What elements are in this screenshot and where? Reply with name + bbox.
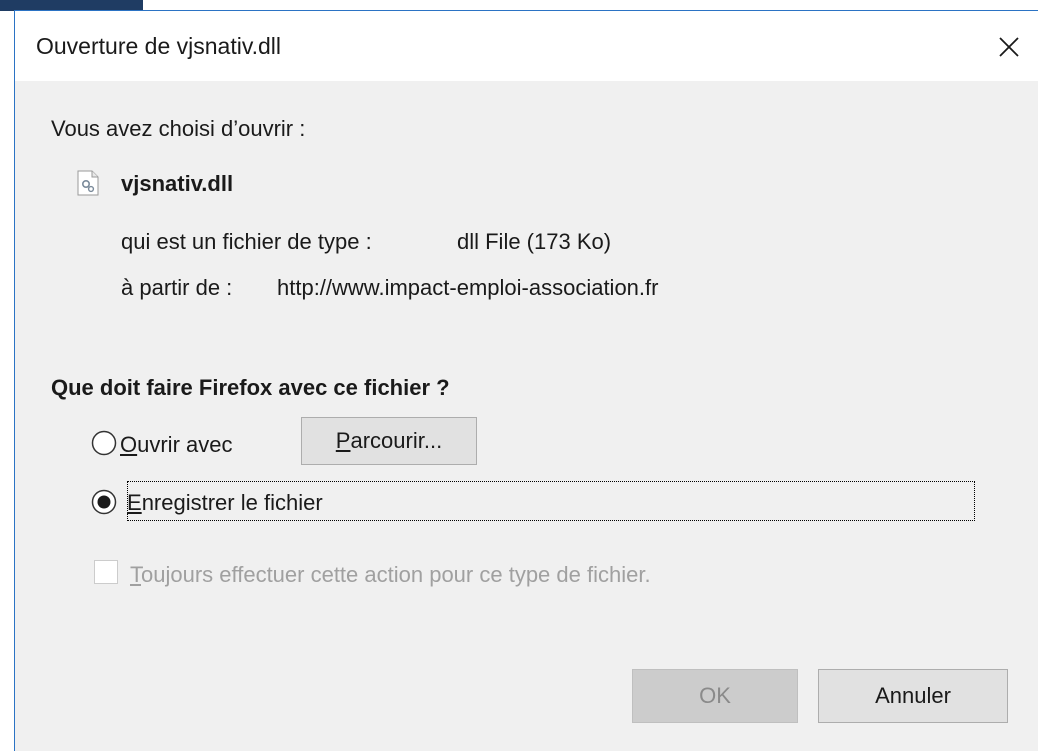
cancel-button[interactable]: Annuler	[818, 669, 1008, 723]
question-heading: Que doit faire Firefox avec ce fichier ?	[51, 375, 450, 400]
always-do-checkbox[interactable]	[94, 560, 118, 584]
always-do-label[interactable]: Toujours effectuer cette action pour ce …	[130, 562, 651, 588]
dll-file-icon	[77, 170, 99, 196]
close-button[interactable]	[991, 29, 1027, 65]
screen: Ouverture de vjsnativ.dll Vous avez choi…	[0, 0, 1038, 751]
browse-button[interactable]: Parcourir...	[301, 417, 477, 465]
browse-mnemonic: P	[335, 428, 351, 453]
file-source-label: à partir de :	[121, 275, 233, 300]
dialog-title: Ouverture de vjsnativ.dll	[36, 33, 282, 59]
save-file-radio[interactable]	[91, 489, 117, 515]
file-type-value: dll File (173 Ko)	[457, 229, 612, 254]
open-with-radio[interactable]	[91, 430, 117, 456]
dialog-titlebar: Ouverture de vjsnativ.dll	[15, 11, 1038, 81]
close-icon	[999, 37, 1019, 57]
file-source-value: http://www.impact-emploi-association.fr	[277, 275, 659, 300]
file-name: vjsnativ.dll	[121, 171, 234, 196]
file-type-label: qui est un fichier de type :	[121, 229, 372, 254]
save-file-label-rest: nregistrer le fichier	[141, 490, 323, 515]
open-with-label[interactable]: Ouvrir avec	[120, 432, 232, 458]
intro-text: Vous avez choisi d’ouvrir :	[51, 116, 306, 141]
open-file-dialog: Ouverture de vjsnativ.dll Vous avez choi…	[14, 10, 1038, 751]
save-file-label[interactable]: Enregistrer le fichier	[127, 490, 323, 516]
ok-button[interactable]: OK	[632, 669, 798, 723]
always-do-mnemonic: T	[130, 562, 141, 587]
open-with-label-rest: uvrir avec	[137, 432, 233, 457]
always-do-label-rest: oujours effectuer cette action pour ce t…	[141, 562, 651, 587]
save-file-mnemonic: E	[127, 490, 142, 515]
browse-label-rest: arcourir...	[350, 428, 443, 453]
open-with-mnemonic: O	[120, 432, 138, 457]
